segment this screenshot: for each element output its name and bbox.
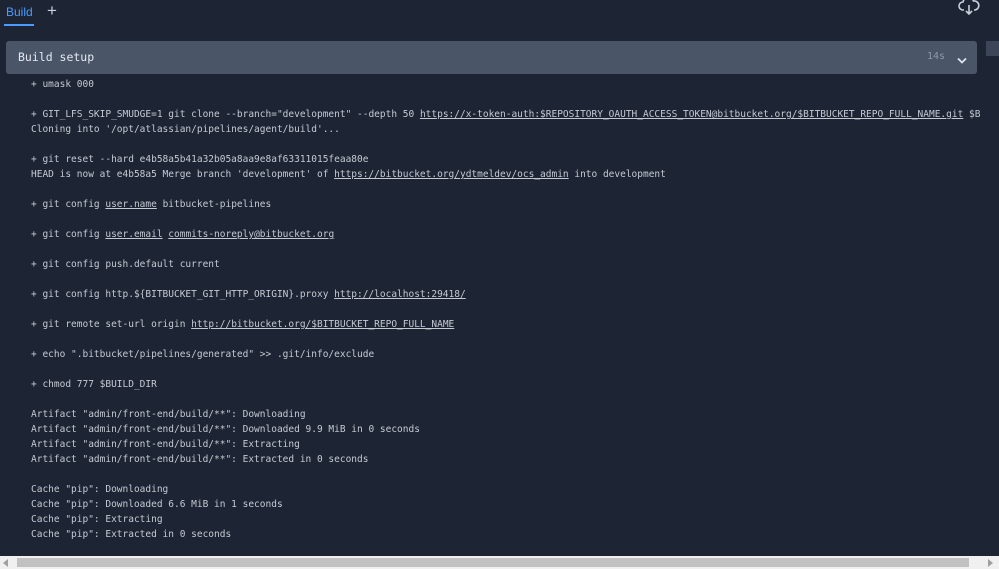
log-link[interactable]: http://bitbucket.org/$BITBUCKET_REPO_FUL…: [191, 319, 454, 330]
log-text: + git config http.${BITBUCKET_GIT_HTTP_O…: [31, 289, 335, 300]
log-text: + git config push.default current: [31, 259, 220, 270]
log-line: HEAD is now at e4b58a5 Merge branch 'dev…: [31, 167, 986, 182]
log-line: Artifact "admin/front-end/build/**": Dow…: [31, 407, 986, 422]
log-line: + GIT_LFS_SKIP_SMUDGE=1 git clone --bran…: [31, 107, 986, 122]
log-line: Cache "pip": Extracting: [31, 512, 986, 527]
log-line: Cache "pip": Extracted in 0 seconds: [31, 527, 986, 542]
log-text: Artifact "admin/front-end/build/**": Ext…: [31, 454, 369, 465]
step-duration: 14s: [927, 51, 946, 62]
log-text: $B: [963, 109, 981, 120]
vertical-scrollbar[interactable]: [986, 41, 999, 56]
log-line: Artifact "admin/front-end/build/**": Ext…: [31, 437, 986, 452]
log-text: HEAD is now at e4b58a5 Merge branch 'dev…: [31, 169, 335, 180]
log-line: + git config push.default current: [31, 257, 986, 272]
log-line: Artifact "admin/front-end/build/**": Ext…: [31, 452, 986, 467]
log-line: + git config user.email commits-noreply@…: [31, 227, 986, 242]
log-line: + git remote set-url origin http://bitbu…: [31, 317, 986, 332]
log-line: + umask 000: [31, 77, 986, 92]
add-tab-button[interactable]: +: [44, 2, 60, 20]
cloud-download-icon[interactable]: [958, 0, 980, 16]
log-text: bitbucket-pipelines: [156, 199, 272, 210]
log-line: + git config http.${BITBUCKET_GIT_HTTP_O…: [31, 287, 986, 302]
log-line: + git config user.name bitbucket-pipelin…: [31, 197, 986, 212]
log-text: Artifact "admin/front-end/build/**": Dow…: [31, 424, 420, 435]
log-link[interactable]: commits-noreply@bitbucket.org: [168, 229, 334, 240]
log-text: Cloning into '/opt/atlassian/pipelines/a…: [31, 124, 340, 135]
log-line: + git reset --hard e4b58a5b41a32b05a8aa9…: [31, 152, 986, 167]
log-link[interactable]: http://localhost:29418/: [334, 289, 466, 300]
scroll-right-icon[interactable]: [988, 559, 993, 567]
log-line: Cache "pip": Downloading: [31, 482, 986, 497]
log-line: + echo ".bitbucket/pipelines/generated" …: [31, 347, 986, 362]
step-title: Build setup: [18, 50, 95, 64]
scroll-left-icon[interactable]: [3, 559, 8, 567]
log-text: + git config: [31, 199, 106, 210]
log-text: Artifact "admin/front-end/build/**": Ext…: [31, 439, 300, 450]
horizontal-scrollbar[interactable]: [0, 556, 999, 569]
log-link[interactable]: user.name: [105, 199, 156, 210]
log-text: Artifact "admin/front-end/build/**": Dow…: [31, 409, 306, 420]
log-link[interactable]: https://x-token-auth:$REPOSITORY_OAUTH_A…: [420, 109, 963, 120]
log-text: + echo ".bitbucket/pipelines/generated" …: [31, 349, 375, 360]
log-text: Cache "pip": Downloaded 6.6 MiB in 1 sec…: [31, 499, 283, 510]
tab-bar: Build +: [0, 0, 999, 28]
log-text: + git reset --hard e4b58a5b41a32b05a8aa9…: [31, 154, 369, 165]
active-tab-indicator: [4, 24, 34, 26]
log-line: Cache "pip": Downloaded 6.6 MiB in 1 sec…: [31, 497, 986, 512]
log-text: + GIT_LFS_SKIP_SMUDGE=1 git clone --bran…: [31, 109, 420, 120]
scrollbar-thumb[interactable]: [17, 558, 969, 567]
log-text: + git config: [31, 229, 106, 240]
log-line: Cloning into '/opt/atlassian/pipelines/a…: [31, 122, 986, 137]
log-output: + umask 000 + GIT_LFS_SKIP_SMUDGE=1 git c…: [31, 77, 986, 555]
log-line: + chmod 777 $BUILD_DIR: [31, 377, 986, 392]
log-text: + git remote set-url origin: [31, 319, 192, 330]
log-link[interactable]: user.email: [105, 229, 162, 240]
log-text: Cache "pip": Extracting: [31, 514, 163, 525]
log-link[interactable]: https://bitbucket.org/ydtmeldev/ocs_admi…: [334, 169, 569, 180]
tab-build[interactable]: Build: [6, 5, 33, 19]
log-text: + umask 000: [31, 79, 94, 90]
chevron-down-icon[interactable]: [957, 52, 967, 64]
log-text: Cache "pip": Extracted in 0 seconds: [31, 529, 232, 540]
log-text: into development: [568, 169, 666, 180]
log-text: Cache "pip": Downloading: [31, 484, 169, 495]
build-setup-step[interactable]: Build setup 14s: [6, 41, 977, 74]
log-text: + chmod 777 $BUILD_DIR: [31, 379, 157, 390]
log-line: Artifact "admin/front-end/build/**": Dow…: [31, 422, 986, 437]
